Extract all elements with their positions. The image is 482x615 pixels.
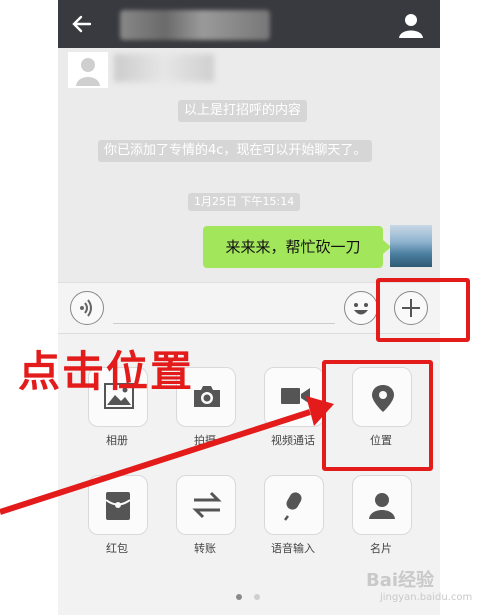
annotation-arrow [0,396,334,515]
watermark-url: jingyan.baidu.com [380,592,473,603]
watermark: Bai经验 [366,570,435,591]
